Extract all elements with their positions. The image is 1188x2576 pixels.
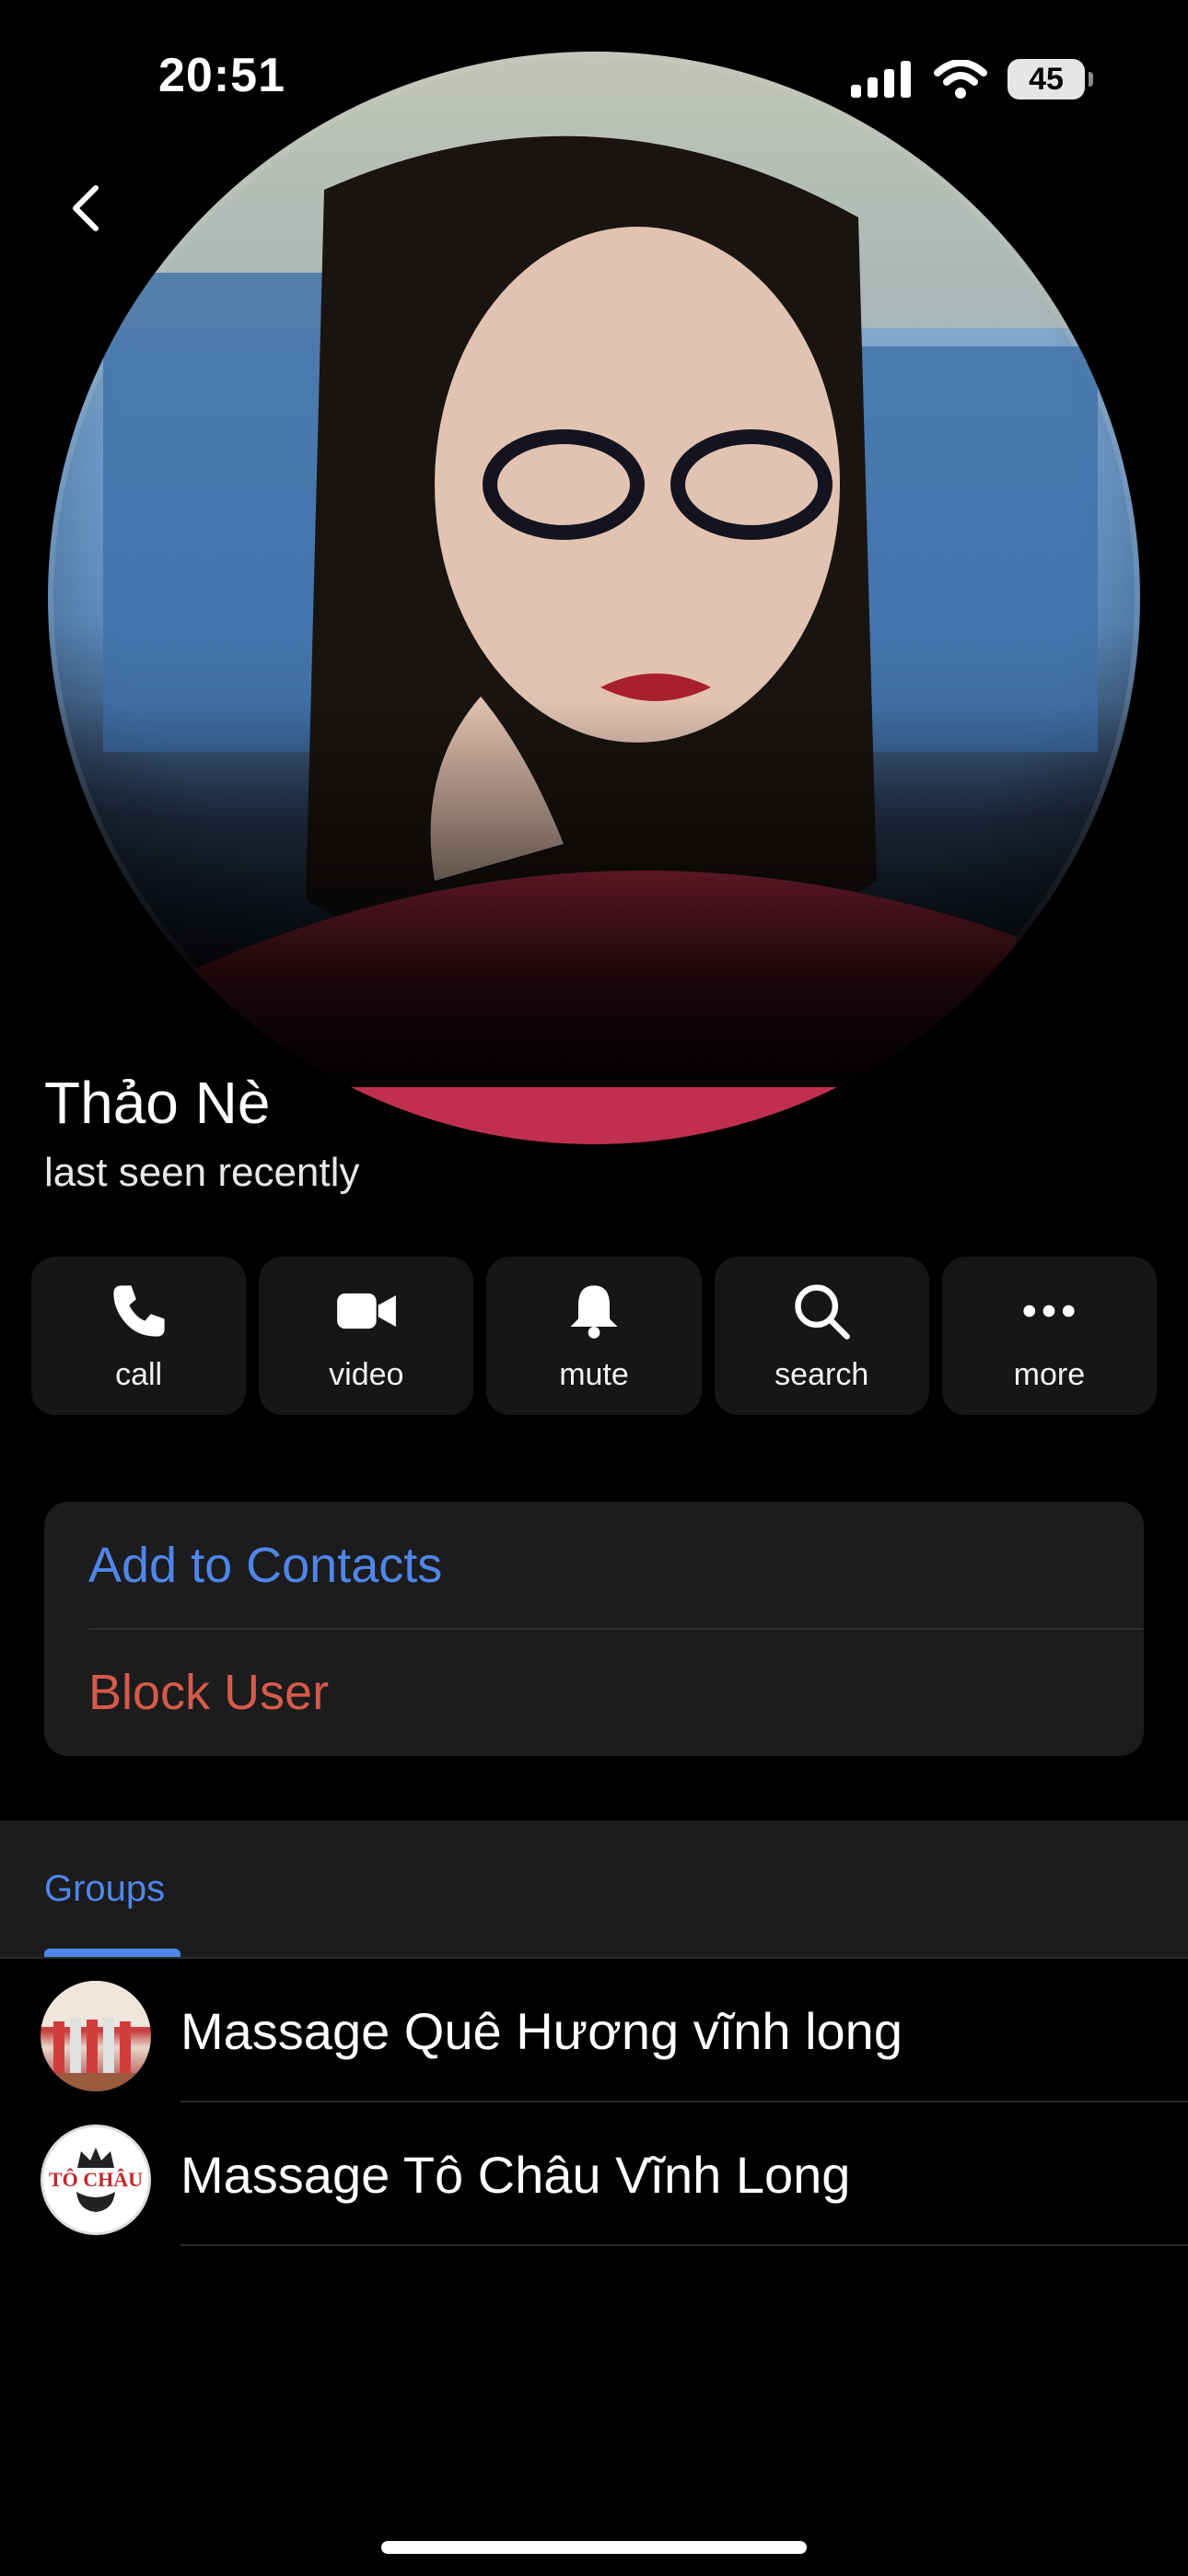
bell-icon	[570, 1284, 618, 1339]
group-name: Massage Quê Hương vĩnh long	[181, 2002, 903, 2060]
cellular-signal-icon	[851, 61, 911, 98]
video-icon	[336, 1293, 396, 1329]
back-button[interactable]	[61, 181, 116, 236]
more-label: more	[1013, 1356, 1086, 1392]
group-list-item[interactable]: Massage Quê Hương vĩnh long	[0, 1959, 1188, 2102]
contact-actions-card: Add to Contacts Block User	[44, 1502, 1144, 1756]
group-avatar	[41, 1981, 151, 2091]
wifi-icon	[934, 60, 987, 99]
block-user-button[interactable]: Block User	[88, 1629, 329, 1756]
group-list-item[interactable]: TÔ CHÂU Massage Tô Châu Vĩnh Long	[0, 2102, 1188, 2246]
more-icon	[1023, 1305, 1076, 1317]
action-bar: call video mute search more	[31, 1257, 1158, 1415]
home-indicator[interactable]	[381, 2541, 807, 2554]
row-divider	[181, 2244, 1188, 2246]
search-button[interactable]: search	[714, 1257, 929, 1415]
tab-indicator	[44, 1949, 181, 1957]
video-label: video	[329, 1356, 404, 1392]
chevron-left-icon	[73, 185, 99, 231]
group-avatar-photo	[41, 1981, 151, 2091]
search-label: search	[775, 1356, 869, 1392]
mute-button[interactable]: mute	[486, 1257, 702, 1415]
crown-icon	[77, 2148, 114, 2168]
group-name: Massage Tô Châu Vĩnh Long	[181, 2146, 851, 2204]
shared-media-tabs: Groups	[0, 1821, 1188, 1957]
profile-name: Thảo Nè	[44, 1070, 271, 1136]
more-button[interactable]: more	[941, 1257, 1158, 1415]
status-time: 20:51	[158, 49, 285, 102]
status-icons: 45	[851, 55, 1093, 103]
profile-last-seen: last seen recently	[44, 1150, 360, 1195]
tab-groups[interactable]: Groups	[44, 1868, 165, 1910]
call-label: call	[115, 1356, 163, 1392]
group-avatar: TÔ CHÂU	[41, 2125, 151, 2235]
photo-fade-overlay	[0, 700, 1188, 1087]
search-icon	[795, 1283, 851, 1340]
video-button[interactable]: video	[259, 1257, 474, 1415]
beard-icon	[76, 2192, 115, 2212]
battery-indicator: 45	[1007, 59, 1093, 100]
add-to-contacts-button[interactable]: Add to Contacts	[88, 1502, 442, 1629]
call-button[interactable]: call	[31, 1257, 247, 1415]
phone-icon	[112, 1284, 165, 1337]
mute-label: mute	[559, 1356, 629, 1392]
group-avatar-text: TÔ CHÂU	[48, 2168, 144, 2191]
